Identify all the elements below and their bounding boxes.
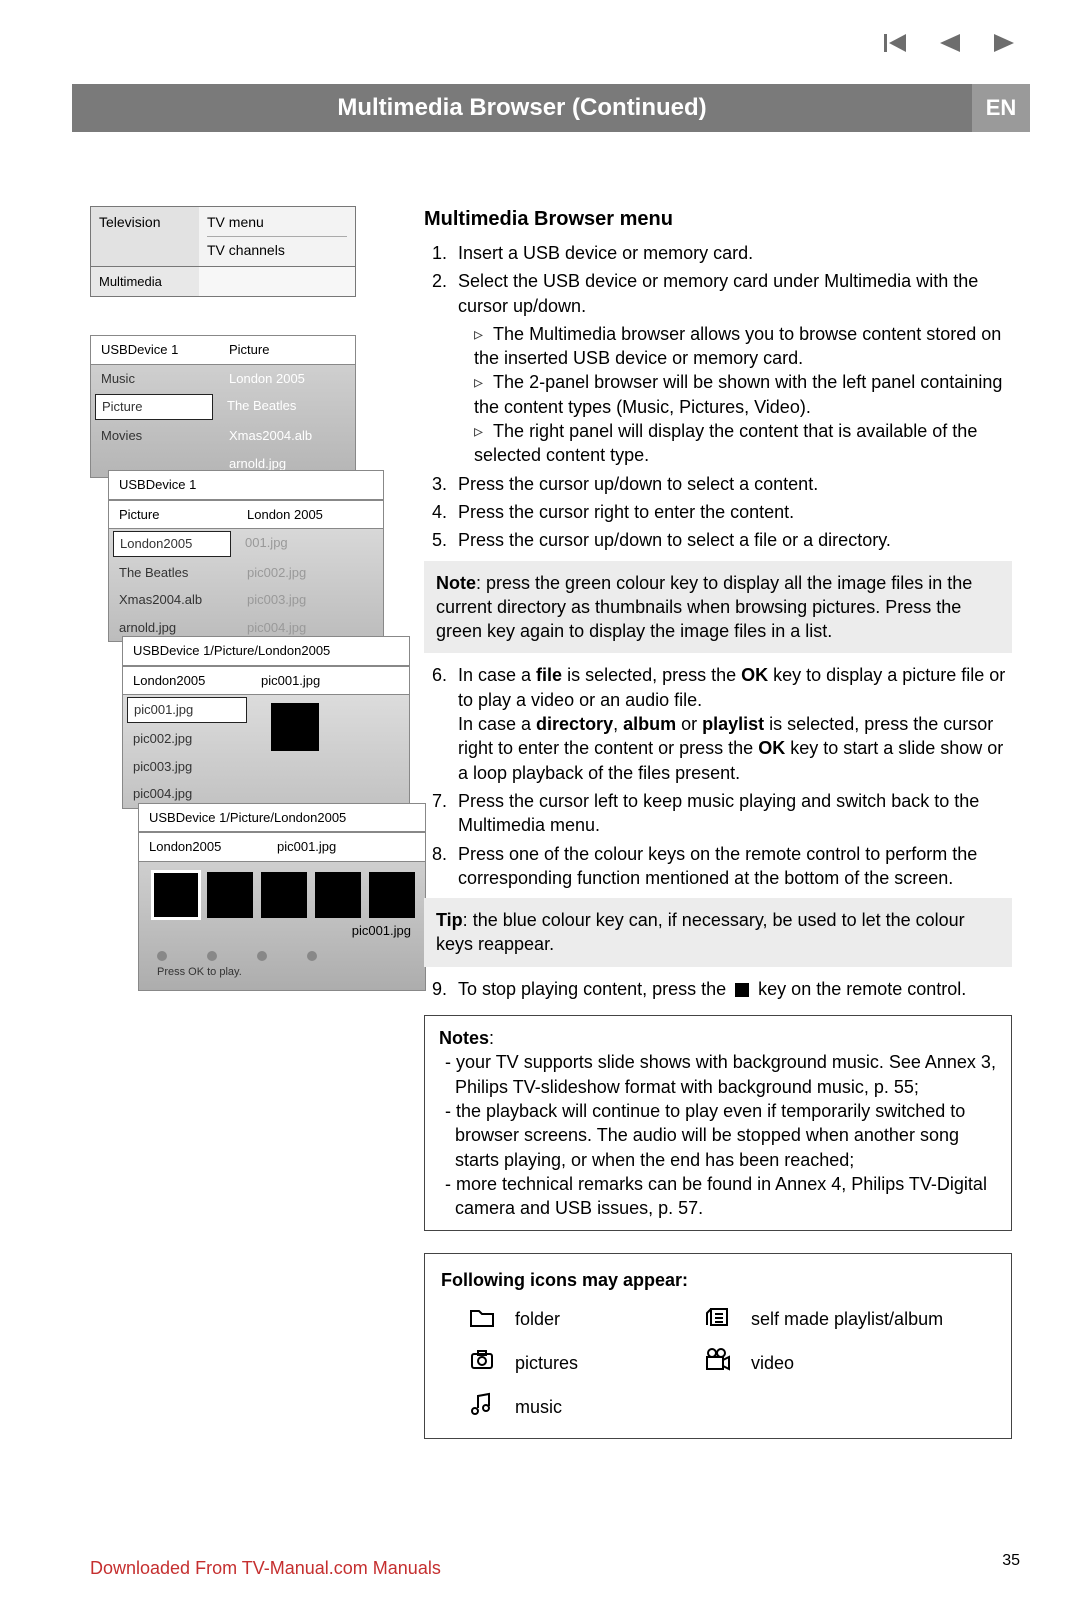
thumbnail-icon bbox=[315, 872, 361, 918]
list-item: The Beatles bbox=[217, 392, 355, 422]
breadcrumb: USBDevice 1/Picture/London2005 bbox=[139, 804, 425, 832]
instructions-column: Multimedia Browser menu Insert a USB dev… bbox=[424, 206, 1012, 1439]
breadcrumb: USBDevice 1/Picture/London2005 bbox=[123, 637, 409, 665]
crumb-right: pic001.jpg bbox=[267, 833, 425, 861]
thumbnail-caption: pic001.jpg bbox=[139, 922, 425, 946]
note-box: Note: press the green colour key to disp… bbox=[424, 561, 1012, 654]
screenshot-picture-dir: USBDevice 1 Picture London 2005 London20… bbox=[108, 470, 384, 642]
note-item: more technical remarks can be found in A… bbox=[445, 1172, 997, 1221]
tv-channels-item: TV channels bbox=[207, 236, 347, 260]
section-heading: Multimedia Browser menu bbox=[424, 206, 1012, 233]
icon-label: video bbox=[751, 1351, 995, 1375]
list-item: Xmas2004.alb bbox=[219, 422, 355, 450]
list-item: Movies bbox=[91, 422, 219, 450]
step: In case a file is selected, press the OK… bbox=[452, 663, 1012, 784]
tip-text: the blue colour key can, if necessary, b… bbox=[436, 910, 965, 954]
page-number: 35 bbox=[1002, 1550, 1020, 1572]
list-item: 001.jpg bbox=[235, 529, 383, 559]
note-item: your TV supports slide shows with backgr… bbox=[445, 1050, 997, 1099]
playlist-icon bbox=[705, 1303, 741, 1335]
music-icon bbox=[469, 1391, 505, 1423]
icons-legend: Following icons may appear: folder self … bbox=[424, 1253, 1012, 1438]
screenshot-tv-menu: Television TV menu TV channels Multimedi… bbox=[90, 206, 356, 297]
multimedia-label: Multimedia bbox=[91, 267, 199, 297]
usb-head-left: USBDevice 1 bbox=[91, 336, 219, 364]
download-source: Downloaded From TV-Manual.com Manuals bbox=[90, 1556, 441, 1580]
note-item: the playback will continue to play even … bbox=[445, 1099, 997, 1172]
icon-label: self made playlist/album bbox=[751, 1307, 995, 1331]
folder-icon bbox=[469, 1303, 505, 1335]
list-item-selected: London2005 bbox=[113, 531, 231, 557]
stop-icon bbox=[735, 983, 749, 997]
usb-head-right: Picture bbox=[219, 336, 355, 364]
color-key-icon bbox=[307, 951, 317, 961]
crumb-left: Picture bbox=[109, 501, 237, 529]
icon-label: folder bbox=[515, 1307, 695, 1331]
hint-text: Press OK to play. bbox=[139, 965, 425, 990]
crumb-right: London 2005 bbox=[237, 501, 383, 529]
list-item: The Beatles bbox=[109, 559, 237, 587]
icons-heading: Following icons may appear: bbox=[441, 1268, 995, 1292]
prev-icon[interactable] bbox=[936, 32, 966, 60]
step: Press the cursor up/down to select a fil… bbox=[452, 528, 1012, 552]
step: To stop playing content, press the key o… bbox=[452, 977, 1012, 1001]
color-key-icon bbox=[257, 951, 267, 961]
breadcrumb: USBDevice 1 bbox=[109, 471, 383, 499]
thumbnail-icon bbox=[261, 872, 307, 918]
list-item: Xmas2004.alb bbox=[109, 586, 237, 614]
thumbnail-icon bbox=[153, 872, 199, 918]
video-icon bbox=[705, 1347, 741, 1379]
pager-nav bbox=[884, 32, 1018, 60]
icon-label: pictures bbox=[515, 1351, 695, 1375]
thumbnail-icon bbox=[207, 872, 253, 918]
step: Select the USB device or memory card und… bbox=[452, 269, 1012, 467]
page-title: Multimedia Browser (Continued) bbox=[72, 84, 972, 132]
tv-menu-item: TV menu bbox=[207, 213, 347, 232]
step: Press one of the colour keys on the remo… bbox=[452, 842, 1012, 891]
thumbnail-icon bbox=[369, 872, 415, 918]
screenshot-thumbnails: USBDevice 1/Picture/London2005 London200… bbox=[138, 803, 426, 991]
step: Press the cursor up/down to select a con… bbox=[452, 472, 1012, 496]
notes-box: Notes: your TV supports slide shows with… bbox=[424, 1015, 1012, 1231]
note-text: press the green colour key to display al… bbox=[436, 573, 972, 642]
color-key-icon bbox=[157, 951, 167, 961]
step-text: Select the USB device or memory card und… bbox=[458, 271, 978, 315]
icon-label: music bbox=[515, 1395, 695, 1419]
list-item: pic003.jpg bbox=[123, 753, 251, 781]
list-item: London 2005 bbox=[219, 365, 355, 393]
list-item: Music bbox=[91, 365, 219, 393]
crumb-right: pic001.jpg bbox=[251, 667, 409, 695]
screenshot-usb-root: USBDevice 1 Picture MusicLondon 2005 Pic… bbox=[90, 335, 356, 478]
list-item: pic002.jpg bbox=[237, 559, 383, 587]
screenshots-column: Television TV menu TV channels Multimedi… bbox=[90, 206, 400, 991]
crumb-left: London2005 bbox=[123, 667, 251, 695]
crumb-left: London2005 bbox=[139, 833, 267, 861]
substep: The 2-panel browser will be shown with t… bbox=[474, 370, 1012, 419]
color-key-icon bbox=[207, 951, 217, 961]
thumbnail-icon bbox=[271, 703, 319, 751]
list-item-selected: Picture bbox=[95, 394, 213, 420]
tip-box: Tip: the blue colour key can, if necessa… bbox=[424, 898, 1012, 967]
list-item-selected: pic001.jpg bbox=[127, 697, 247, 723]
language-badge: EN bbox=[972, 84, 1030, 132]
screenshot-file-list: USBDevice 1/Picture/London2005 London200… bbox=[122, 636, 410, 808]
substep: The right panel will display the content… bbox=[474, 419, 1012, 468]
tv-label: Television bbox=[91, 207, 199, 266]
list-item: pic002.jpg bbox=[123, 725, 251, 753]
step: Press the cursor right to enter the cont… bbox=[452, 500, 1012, 524]
list-item: pic003.jpg bbox=[237, 586, 383, 614]
prev-track-icon[interactable] bbox=[884, 32, 914, 60]
substep: The Multimedia browser allows you to bro… bbox=[474, 322, 1012, 371]
step: Press the cursor left to keep music play… bbox=[452, 789, 1012, 838]
next-icon[interactable] bbox=[988, 32, 1018, 60]
step: Insert a USB device or memory card. bbox=[452, 241, 1012, 265]
pictures-icon bbox=[469, 1347, 505, 1379]
notes-heading: Notes bbox=[439, 1028, 489, 1048]
